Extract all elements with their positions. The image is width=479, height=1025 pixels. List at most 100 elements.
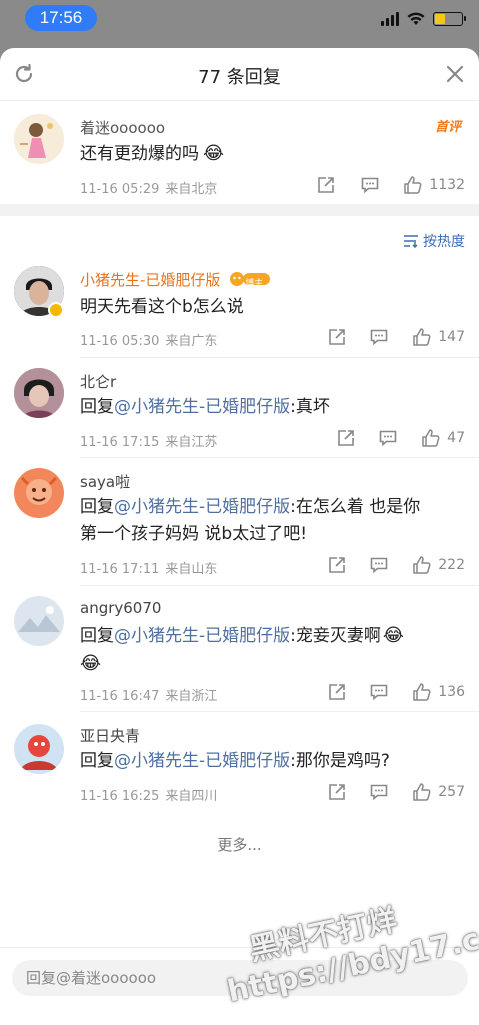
mention-link[interactable]: @小猪先生-已婚肥仔版	[114, 626, 290, 646]
reply-text-body: :在怎么着 也是你	[290, 497, 421, 517]
list-item: 小猪先生-已婚肥仔版 博主 明天先看这个b怎么说 11-16 05:30 来自广东…	[0, 258, 479, 358]
share-button[interactable]	[317, 176, 335, 194]
load-more-button[interactable]: 更多...	[0, 834, 479, 855]
signal-icon	[381, 12, 399, 26]
avatar[interactable]	[14, 596, 64, 646]
avatar[interactable]	[14, 368, 64, 418]
like-count: 1132	[429, 177, 465, 193]
reply-date: 11-16 16:25	[80, 789, 160, 804]
reply-meta: 11-16 05:30 来自广东	[80, 330, 217, 349]
list-item: angry6070 回复@小猪先生-已婚肥仔版:宠妾灭妻啊 😂 😂 11-16 16…	[0, 586, 479, 712]
thumbs-up-icon	[413, 683, 431, 701]
reply-username[interactable]: angry6070	[80, 599, 161, 617]
reply-prefix: 回复	[80, 497, 114, 517]
reply-actions: 136	[328, 682, 465, 702]
comment-date: 11-16 05:29	[80, 182, 160, 197]
mention-link[interactable]: @小猪先生-已婚肥仔版	[114, 397, 290, 417]
share-button[interactable]	[328, 683, 346, 701]
avatar[interactable]	[14, 724, 64, 774]
sort-label: 按热度	[423, 234, 465, 250]
thumbs-up-icon	[413, 783, 431, 801]
reply-prefix: 回复	[80, 751, 114, 771]
reply-actions: 257	[328, 782, 465, 802]
reply-meta: 11-16 17:15 来自江苏	[80, 431, 217, 450]
like-count: 222	[438, 557, 465, 573]
reply-username[interactable]: 小猪先生-已婚肥仔版 博主	[80, 269, 289, 291]
comment-meta: 11-16 05:29 来自北京	[80, 178, 217, 197]
reply-date: 11-16 05:30	[80, 334, 160, 349]
reply-meta: 11-16 16:47 来自浙江	[80, 685, 217, 704]
status-icons	[381, 10, 466, 28]
reply-text: 回复@小猪先生-已婚肥仔版:在怎么着 也是你 第一个孩子妈妈 说b太过了吧!	[80, 494, 465, 548]
reply-location: 来自浙江	[165, 689, 218, 704]
like-count: 147	[438, 329, 465, 345]
close-icon[interactable]	[443, 62, 467, 86]
like-button[interactable]: 47	[421, 428, 465, 448]
avatar[interactable]	[14, 114, 64, 164]
like-count: 136	[438, 684, 465, 700]
reply-username[interactable]: 亚日央青	[80, 725, 140, 746]
thumbs-up-icon	[404, 176, 422, 194]
battery-icon	[433, 12, 466, 26]
comment-actions: 1132	[317, 175, 465, 195]
sort-icon	[404, 235, 418, 248]
comment-button[interactable]	[370, 783, 388, 801]
share-icon	[329, 684, 346, 700]
reply-location: 来自山东	[165, 562, 218, 577]
like-button[interactable]: 257	[412, 782, 465, 802]
reply-date: 11-16 17:15	[80, 435, 160, 450]
reply-input[interactable]: 回复@着迷oooooo	[12, 960, 468, 996]
reply-meta: 11-16 17:11 来自山东	[80, 558, 217, 577]
reply-location: 来自四川	[165, 789, 218, 804]
reply-username-text: 小猪先生-已婚肥仔版	[80, 271, 221, 289]
comment-icon	[362, 177, 379, 194]
reply-text-body: :宠妾灭妻啊	[290, 626, 381, 646]
sort-toggle[interactable]: 按热度	[403, 231, 465, 251]
comment-button[interactable]	[370, 328, 388, 346]
list-item: 北仑r 回复@小猪先生-已婚肥仔版:真坏 11-16 17:15 来自江苏 47	[0, 358, 479, 458]
verified-badge	[48, 302, 64, 318]
reply-actions: 222	[328, 555, 465, 575]
reply-text-body: 明天先看这个b怎么说	[80, 297, 244, 317]
comment-username[interactable]: 着迷oooooo	[80, 117, 165, 138]
share-icon	[329, 784, 346, 800]
reply-text-body: :那你是鸡吗?	[290, 751, 390, 771]
first-comment-badge: 首评	[434, 120, 461, 135]
like-button[interactable]: 136	[412, 682, 465, 702]
comment-icon	[370, 784, 388, 801]
reply-text: 回复@小猪先生-已婚肥仔版:宠妾灭妻啊 😂 😂	[80, 622, 465, 678]
like-button[interactable]: 222	[412, 555, 465, 575]
comment-button[interactable]	[361, 176, 379, 194]
share-icon	[329, 557, 346, 573]
comment-icon	[379, 430, 397, 447]
like-count: 47	[447, 430, 465, 446]
share-button[interactable]	[328, 328, 346, 346]
avatar[interactable]	[14, 468, 64, 518]
thumbs-up-icon	[422, 429, 440, 447]
reply-prefix: 回复	[80, 397, 114, 417]
share-icon	[329, 329, 346, 345]
reply-username[interactable]: 北仑r	[80, 371, 116, 392]
reply-username[interactable]: saya啦	[80, 471, 130, 492]
laugh-cry-emoji-icon: 😂	[382, 625, 404, 646]
laugh-cry-emoji-icon: 😂	[203, 143, 225, 164]
comment-button[interactable]	[370, 683, 388, 701]
comment-icon	[370, 684, 388, 701]
reply-date: 11-16 17:11	[80, 562, 160, 577]
mention-link[interactable]: @小猪先生-已婚肥仔版	[114, 497, 290, 517]
share-button[interactable]	[328, 556, 346, 574]
comment-button[interactable]	[370, 556, 388, 574]
comment-button[interactable]	[379, 429, 397, 447]
mention-link[interactable]: @小猪先生-已婚肥仔版	[114, 751, 290, 771]
share-button[interactable]	[337, 429, 355, 447]
reply-actions: 47	[337, 428, 465, 448]
reply-date: 11-16 16:47	[80, 689, 160, 704]
like-button[interactable]: 1132	[403, 175, 465, 195]
reply-text: 回复@小猪先生-已婚肥仔版:真坏	[80, 394, 465, 421]
like-button[interactable]: 147	[412, 327, 465, 347]
reply-meta: 11-16 16:25 来自四川	[80, 785, 217, 804]
share-button[interactable]	[328, 783, 346, 801]
reply-location: 来自广东	[165, 334, 218, 349]
reply-bar: 回复@着迷oooooo	[0, 947, 479, 1025]
comment-text: 还有更劲爆的吗 😂	[80, 140, 465, 168]
